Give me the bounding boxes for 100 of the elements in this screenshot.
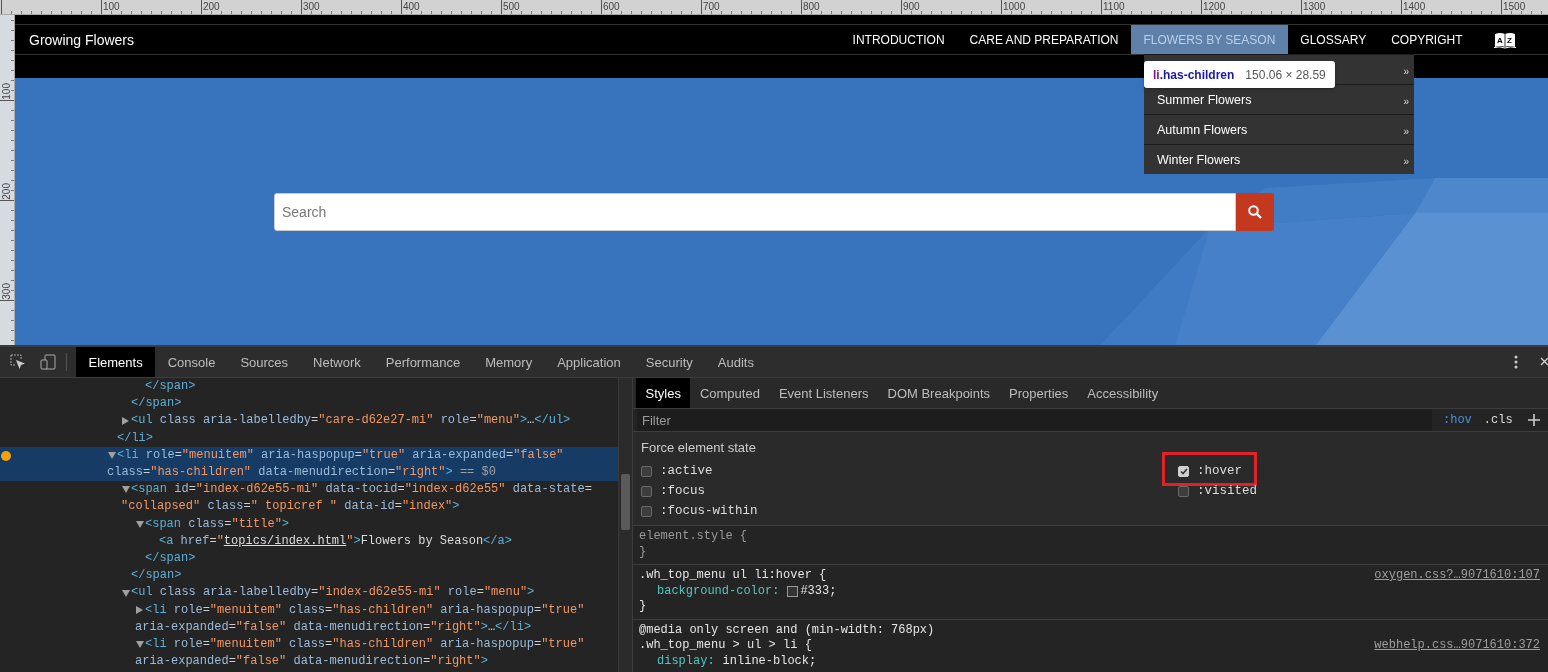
more-icon[interactable] (1514, 355, 1518, 369)
dom-tree-row[interactable]: <span id="index-d62e55-mi" data-tocid="index-d62e55" data-state= "collapsed" class=" topicref " data-id="index"> (0, 481, 620, 516)
code-line: </li> (117, 429, 153, 447)
ruler-label: 100 (0, 83, 13, 100)
css-brace: } (639, 599, 647, 615)
search-icon (1248, 205, 1262, 219)
code-line: </span> (145, 378, 196, 395)
checkbox[interactable] (641, 465, 652, 477)
checkbox-label[interactable]: :visited (1197, 484, 1257, 498)
close-icon[interactable] (1540, 357, 1548, 367)
styles-tab[interactable]: Event Listeners (769, 378, 878, 408)
checkbox-label[interactable]: :focus-within (660, 504, 758, 518)
site-title[interactable]: Growing Flowers (29, 31, 135, 48)
css-property: background-color: (657, 583, 780, 599)
styles-tab[interactable]: Properties (999, 378, 1078, 408)
expand-arrow-icon[interactable] (122, 486, 130, 494)
ruler-label: 200 (0, 183, 13, 200)
ruler-label: 500 (503, 1, 520, 12)
scrollbar[interactable] (618, 378, 632, 672)
source-link[interactable]: webhelp.css…9071610:372 (1374, 638, 1540, 654)
code-line: aria-expanded="false" data-menudirection="right">…</li> (135, 618, 533, 636)
checkbox[interactable] (641, 505, 652, 517)
expand-arrow-icon[interactable] (136, 520, 144, 528)
css-brace: } (639, 544, 647, 560)
css-value: #333; (800, 583, 837, 599)
expand-arrow-icon[interactable] (136, 606, 143, 615)
nav-item[interactable]: CARE AND PREPARATION (957, 25, 1132, 54)
code-line: </span> (131, 395, 182, 413)
css-value: inline-block; (722, 653, 817, 669)
ruler-label: 1400 (1403, 1, 1426, 12)
ruler-label: 600 (603, 1, 620, 12)
plus-icon[interactable] (1528, 414, 1540, 426)
devtools-tab[interactable]: Audits (705, 347, 767, 377)
ruler-label: 100 (103, 1, 120, 12)
dom-tree-row[interactable]: <a href="topics/index.html">Flowers by Season</a> (0, 532, 620, 551)
code-line: class="has-children" data-menudirection="right"> == $0 (107, 464, 497, 481)
source-link[interactable]: oxygen.css?…9071610:107 (1374, 568, 1540, 584)
ruler-label: 400 (403, 1, 420, 12)
section-title: Force element state (641, 440, 757, 455)
ruler-label: 800 (803, 1, 820, 12)
tooltip-selector: li.has-children (1153, 67, 1235, 82)
nav-item[interactable]: INTRODUCTION (840, 25, 958, 54)
ruler-label: 200 (203, 1, 220, 12)
expand-arrow-icon[interactable] (108, 451, 116, 459)
dom-tree-row[interactable]: <li role="menuitem" class="has-children" aria-haspopup="true" aria-expanded="false" data-menudirection="right"> (0, 636, 620, 671)
devtools-tab[interactable]: Memory (472, 347, 545, 377)
devtools-tab[interactable]: Performance (373, 347, 473, 377)
search-button[interactable] (1236, 193, 1274, 231)
menu-item[interactable]: Autumn Flowers » (1144, 114, 1414, 144)
ruler-label: 300 (303, 1, 320, 12)
devtools-tab[interactable]: Security (633, 347, 706, 377)
nav-item[interactable]: GLOSSARY (1287, 25, 1379, 54)
checkbox-label[interactable]: :active (660, 464, 713, 478)
media-query: @media only screen and (min-width: 768px) (639, 622, 935, 638)
devtools-tab[interactable]: Console (155, 347, 228, 377)
inspect-icon[interactable] (10, 354, 26, 370)
cls-toggle[interactable]: .cls (1482, 411, 1514, 429)
ruler-label: 1300 (1303, 1, 1326, 12)
code-line: </span> (145, 550, 196, 568)
code-line: <li role="menuitem" class="has-children" aria-haspopup="true" (145, 636, 585, 654)
code-line: aria-expanded="false" data-menudirection="right"> (135, 653, 489, 671)
ruler-label: 700 (703, 1, 720, 12)
dom-tree-row[interactable]: <li role="menuitem" class="has-children" aria-haspopup="true" aria-expanded="false" data-menudirection="right">…</li> (0, 601, 620, 637)
dom-tree-row[interactable]: <li role="menuitem" aria-haspopup="true" aria-expanded="false" class="has-children" data-menudirection="right"> == $0 (0, 446, 620, 482)
styles-tab[interactable]: Styles (636, 378, 691, 408)
expand-arrow-icon[interactable] (122, 589, 130, 597)
dom-tree-row[interactable]: <ul class aria-labelledby="index-d62e55-mi" role="menu"> (0, 584, 620, 602)
ruler-label: 1100 (1103, 1, 1125, 12)
code-line: </span> (131, 567, 182, 585)
color-swatch[interactable] (787, 585, 799, 597)
checkbox[interactable] (1178, 485, 1189, 497)
code-line: <li role="menuitem" class="has-children" aria-haspopup="true" (145, 601, 585, 619)
tooltip-size: 150.06 × 28.59 (1245, 67, 1326, 82)
nav-item[interactable]: COPYRIGHT (1378, 25, 1475, 54)
search-field[interactable]: Search (274, 193, 1236, 231)
dom-tree-row[interactable]: <ul class aria-labelledby="care-d62e27-mi" role="menu">…</ul> (0, 412, 620, 430)
book-icon[interactable]: A Z (1494, 30, 1516, 49)
css-selector: .wh_top_menu ul li:hover { (639, 568, 827, 584)
menu-item[interactable]: Winter Flowers » (1144, 144, 1414, 174)
ruler-label: 1000 (1003, 1, 1026, 12)
styles-tab[interactable]: Accessibility (1077, 378, 1168, 408)
expand-arrow-icon[interactable] (122, 417, 129, 425)
devtools-tab[interactable]: Sources (227, 347, 301, 377)
dom-tree-row[interactable]: <span class="title"> (0, 515, 620, 533)
code-line: "collapsed" class=" topicref " data-id="index"> (121, 498, 461, 516)
device-icon[interactable] (40, 354, 56, 370)
expand-arrow-icon[interactable] (136, 641, 144, 649)
ruler-label: 300 (0, 283, 13, 300)
code-line: <span class="title"> (145, 515, 290, 533)
styles-tab[interactable]: Computed (690, 378, 770, 408)
styles-tab[interactable]: DOM Breakpoints (878, 378, 1000, 408)
checkbox-label[interactable]: :hover (1197, 464, 1242, 478)
filter-field[interactable]: Filter (637, 409, 1432, 431)
devtools-tab[interactable]: Elements (76, 347, 156, 377)
code-line: <a href="topics/index.html">Flowers by Season</a> (159, 532, 512, 550)
checkbox-label[interactable]: :focus (660, 484, 705, 498)
checkbox[interactable] (641, 485, 652, 497)
hov-toggle[interactable]: :hov (1442, 411, 1473, 429)
devtools-tab[interactable]: Network (300, 347, 374, 377)
devtools-tab[interactable]: Application (544, 347, 634, 377)
